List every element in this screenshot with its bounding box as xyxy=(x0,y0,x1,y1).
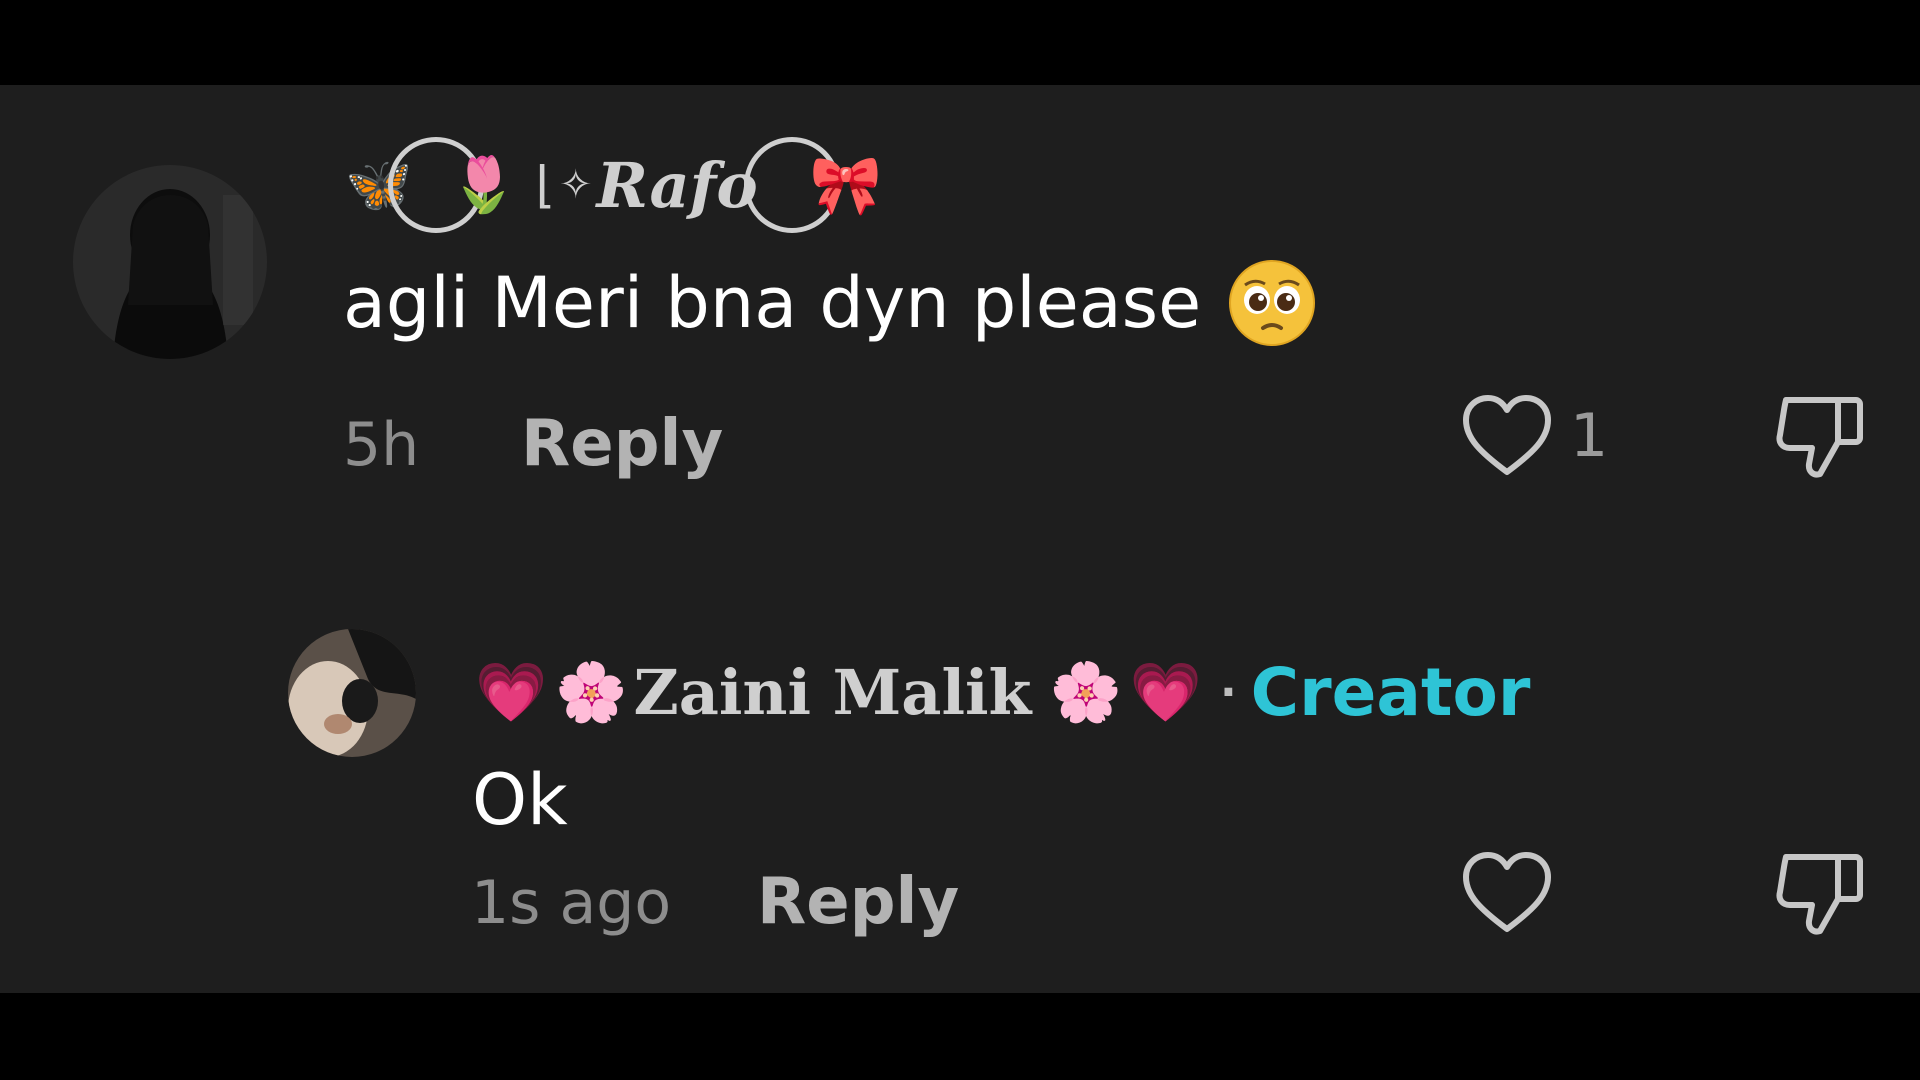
pleading-face-icon xyxy=(1229,260,1316,346)
cherry-blossom-emoji: 🌸 xyxy=(1049,657,1122,726)
letterbox-top xyxy=(0,0,1920,85)
pink-heart-emoji: 💗 xyxy=(475,657,548,726)
thumbs-down-icon xyxy=(1776,854,1863,935)
commenter-username[interactable]: 🦋 🌷 ⌊ ✧ Rafo 🎀 xyxy=(345,135,882,235)
separator-dot: · xyxy=(1219,666,1237,718)
reply-body: Ok xyxy=(472,759,568,841)
comments-panel: 🦋 🌷 ⌊ ✧ Rafo 🎀 agli Meri bna dyn please … xyxy=(0,85,1920,993)
pink-heart-emoji: 💗 xyxy=(1129,657,1202,726)
like-button[interactable] xyxy=(1460,390,1554,484)
reply-text: Ok xyxy=(472,755,568,845)
like-button[interactable] xyxy=(1460,847,1554,941)
dislike-button[interactable] xyxy=(1772,390,1866,484)
comment-text: agli Meri bna dyn please xyxy=(343,253,1317,353)
feather-decor-icon: ⌊ xyxy=(535,156,556,214)
creator-badge: Creator xyxy=(1250,653,1531,731)
like-count: 1 xyxy=(1570,401,1609,471)
tulip-emoji: 🌷 xyxy=(450,153,518,216)
ribbon-emoji: 🎀 xyxy=(809,150,882,219)
comment-body: agli Meri bna dyn please xyxy=(343,262,1202,344)
comment-timestamp: 5h xyxy=(343,410,420,480)
reply-button[interactable]: Reply xyxy=(521,407,723,481)
reply-button[interactable]: Reply xyxy=(757,865,959,939)
thumbs-down-icon xyxy=(1776,397,1863,478)
letterbox-bottom xyxy=(0,993,1920,1080)
cherry-blossom-emoji: 🌸 xyxy=(555,657,628,726)
creator-avatar[interactable] xyxy=(288,629,416,757)
commenter-name: Rafo xyxy=(596,148,758,222)
reply-timestamp: 1s ago xyxy=(471,868,672,938)
creator-username[interactable]: 💗 🌸 Zaini Malik 🌸 💗 · Creator xyxy=(475,647,1530,737)
heart-icon xyxy=(1463,852,1551,932)
creator-name: Zaini Malik xyxy=(633,655,1032,729)
commenter-avatar[interactable] xyxy=(73,165,267,359)
dislike-button[interactable] xyxy=(1772,847,1866,941)
heart-icon xyxy=(1463,395,1551,475)
sparkle-decor: ✧ xyxy=(559,162,593,208)
